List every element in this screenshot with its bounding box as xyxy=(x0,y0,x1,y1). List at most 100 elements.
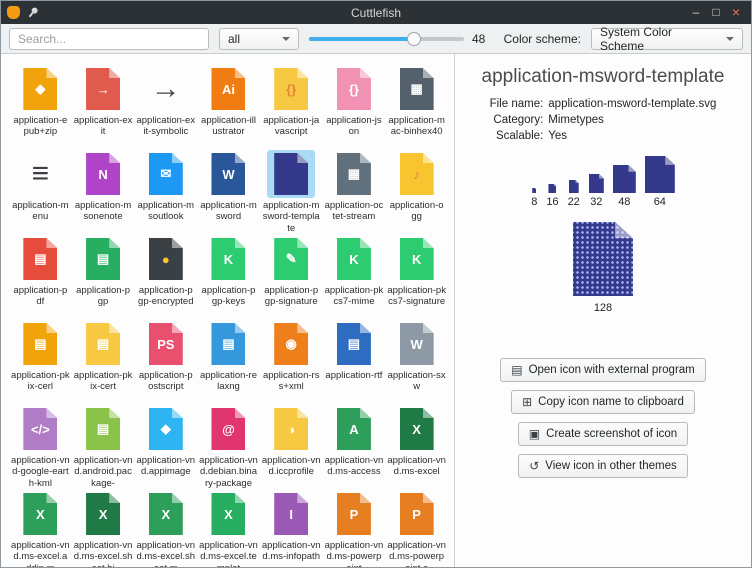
slider-handle[interactable] xyxy=(407,32,421,46)
icon-grid: ◆ application-epub+zip → application-exi… xyxy=(1,54,455,567)
icon-grid-item[interactable]: ≡ application-menu xyxy=(9,147,72,232)
size-label: 16 xyxy=(546,196,558,208)
category-filter-dropdown[interactable]: all xyxy=(219,28,299,50)
copy-name-button[interactable]: ⊞Copy icon name to clipboard xyxy=(511,390,695,414)
titlebar[interactable]: Cuttlefish – □ × xyxy=(1,1,751,24)
icon-grid-item[interactable]: </> application-vnd-google-earth-kml xyxy=(9,402,72,487)
icon-grid-item[interactable]: → application-exit xyxy=(72,62,135,147)
icon-grid-item[interactable]: ✎ application-pgp-signature xyxy=(260,232,323,317)
icon-grid-item[interactable]: P application-vnd.ms-powerpoint xyxy=(323,487,386,567)
details-panel: application-msword-template File name:ap… xyxy=(455,54,751,567)
icon-grid-item[interactable]: N application-msonenote xyxy=(72,147,135,232)
icon-grid-item[interactable]: ▤ application-pgp xyxy=(72,232,135,317)
icon-grid-item[interactable]: P application-vnd.ms-powerpoint.a xyxy=(385,487,448,567)
icon-label: application-vnd.ms-excel xyxy=(385,455,448,478)
icon-label: application-msword-template xyxy=(260,200,323,234)
icon-grid-item[interactable]: ✉ application-msoutlook xyxy=(134,147,197,232)
screenshot-button[interactable]: ▣Create screenshot of icon xyxy=(518,422,688,446)
mimetype-glyph: ▤ xyxy=(222,336,234,352)
icon-grid-item[interactable]: K application-pkcs7-signature xyxy=(385,232,448,317)
icon-grid-item[interactable]: W application-sxw xyxy=(385,317,448,402)
minimize-button[interactable]: – xyxy=(687,1,705,24)
icon-grid-item[interactable]: ♪ application-ogg xyxy=(385,147,448,232)
mimetype-icon: ♪ xyxy=(393,150,441,198)
icon-grid-item[interactable]: ▤ application-pkix-cert xyxy=(72,317,135,402)
icon-grid-item[interactable]: ● application-pgp-encrypted xyxy=(134,232,197,317)
color-scheme-value: System Color Scheme xyxy=(600,25,718,53)
mini-icon-preview xyxy=(532,188,536,193)
icon-grid-item[interactable]: ▦ application-mac-binhex40 xyxy=(385,62,448,147)
icon-grid-item[interactable]: → application-exit-symbolic xyxy=(134,62,197,147)
icon-label: application-ogg xyxy=(385,200,448,223)
icon-grid-item[interactable]: W application-msword xyxy=(197,147,260,232)
mimetype-doc-shape: W xyxy=(211,153,245,195)
detail-title: application-msword-template xyxy=(482,66,725,88)
detail-field-value: Mimetypes xyxy=(548,114,716,126)
mini-icon-preview xyxy=(589,174,604,193)
mimetype-doc-shape: I xyxy=(274,493,308,535)
icon-label: application-menu xyxy=(9,200,72,223)
icon-grid-item[interactable]: {} application-json xyxy=(323,62,386,147)
pin-icon[interactable] xyxy=(24,4,42,22)
mimetype-glyph: {} xyxy=(286,82,296,97)
icon-grid-item[interactable]: PS application-postscript xyxy=(134,317,197,402)
icon-grid-item[interactable]: ▤ application-vnd.android.package- xyxy=(72,402,135,487)
icon-grid-item[interactable]: ▤ application-pkix-cerl xyxy=(9,317,72,402)
icon-size-slider[interactable] xyxy=(309,28,464,50)
slider-fill xyxy=(309,37,414,41)
icon-grid-item[interactable]: @ application-vnd.debian.binary-package xyxy=(197,402,260,487)
mimetype-icon xyxy=(267,150,315,198)
icon-grid-item[interactable]: ◆ application-vnd.appimage xyxy=(134,402,197,487)
icon-grid-item[interactable]: X application-vnd.ms-excel xyxy=(385,402,448,487)
icon-grid-item[interactable]: X application-vnd.ms-excel.addin.m xyxy=(9,487,72,567)
icon-grid-item[interactable]: ▤ application-relaxng xyxy=(197,317,260,402)
icon-grid-item[interactable]: ◑ application-vnd.iccprofile xyxy=(260,402,323,487)
maximize-button[interactable]: □ xyxy=(707,1,725,24)
icon-grid-item[interactable]: A application-vnd.ms-access xyxy=(323,402,386,487)
search-input[interactable] xyxy=(9,28,209,50)
mimetype-glyph: </> xyxy=(31,422,50,437)
icon-grid-item[interactable]: application-msword-template xyxy=(260,147,323,232)
mini-icon-preview xyxy=(645,156,675,193)
icon-grid-item[interactable]: X application-vnd.ms-excel.sheet.bi xyxy=(72,487,135,567)
icon-grid-item[interactable]: X application-vnd.ms-excel.templat xyxy=(197,487,260,567)
icon-grid-item[interactable]: K application-pkcs7-mime xyxy=(323,232,386,317)
open-external-button[interactable]: ▤Open icon with external program xyxy=(500,358,706,382)
mimetype-glyph: ✎ xyxy=(286,251,297,267)
icon-label: application-vnd.appimage xyxy=(134,455,197,478)
mimetype-glyph: X xyxy=(161,507,170,522)
mimetype-doc-shape: </> xyxy=(23,408,57,450)
icon-grid-item[interactable]: ◆ application-epub+zip xyxy=(9,62,72,147)
icon-grid-item[interactable]: I application-vnd.ms-infopath xyxy=(260,487,323,567)
icon-grid-item[interactable]: Ai application-illustrator xyxy=(197,62,260,147)
close-button[interactable]: × xyxy=(727,1,745,24)
icon-label: application-vnd-google-earth-kml xyxy=(9,455,72,489)
icon-grid-item[interactable]: ▤ application-rtf xyxy=(323,317,386,402)
action-buttons: ▤Open icon with external program ⊞Copy ic… xyxy=(500,358,706,478)
window-controls: – □ × xyxy=(687,1,745,24)
mimetype-icon: P xyxy=(330,490,378,538)
icon-grid-item[interactable]: ◉ application-rss+xml xyxy=(260,317,323,402)
mimetype-doc-shape: PS xyxy=(149,323,183,365)
icon-grid-item[interactable]: {} application-javascript xyxy=(260,62,323,147)
mimetype-icon: ▤ xyxy=(16,320,64,368)
detail-field-value: Yes xyxy=(548,130,716,142)
slider-track[interactable] xyxy=(309,37,464,41)
color-scheme-dropdown[interactable]: System Color Scheme xyxy=(591,28,743,50)
mimetype-glyph: → xyxy=(97,82,110,97)
mimetype-doc-shape: ▤ xyxy=(86,238,120,280)
icon-grid-item[interactable]: ▦ application-octet-stream xyxy=(323,147,386,232)
icon-grid-item[interactable]: K application-pgp-keys xyxy=(197,232,260,317)
mimetype-icon: A xyxy=(330,405,378,453)
view-themes-button[interactable]: ↺View icon in other themes xyxy=(518,454,688,478)
mimetype-icon: X xyxy=(204,490,252,538)
icon-label: application-vnd.ms-powerpoint xyxy=(323,540,386,567)
icon-grid-item[interactable]: X application-vnd.ms-excel.sheet.m xyxy=(134,487,197,567)
icon-label: application-vnd.ms-excel.sheet.bi xyxy=(72,540,135,567)
mimetype-doc-shape: ▤ xyxy=(337,323,371,365)
icon-grid-item[interactable]: ▤ application-pdf xyxy=(9,232,72,317)
mimetype-glyph: P xyxy=(350,507,359,522)
icon-preview-48: 48 xyxy=(613,165,636,208)
mimetype-glyph: ▤ xyxy=(97,421,109,437)
detail-field-label: File name: xyxy=(490,98,544,110)
